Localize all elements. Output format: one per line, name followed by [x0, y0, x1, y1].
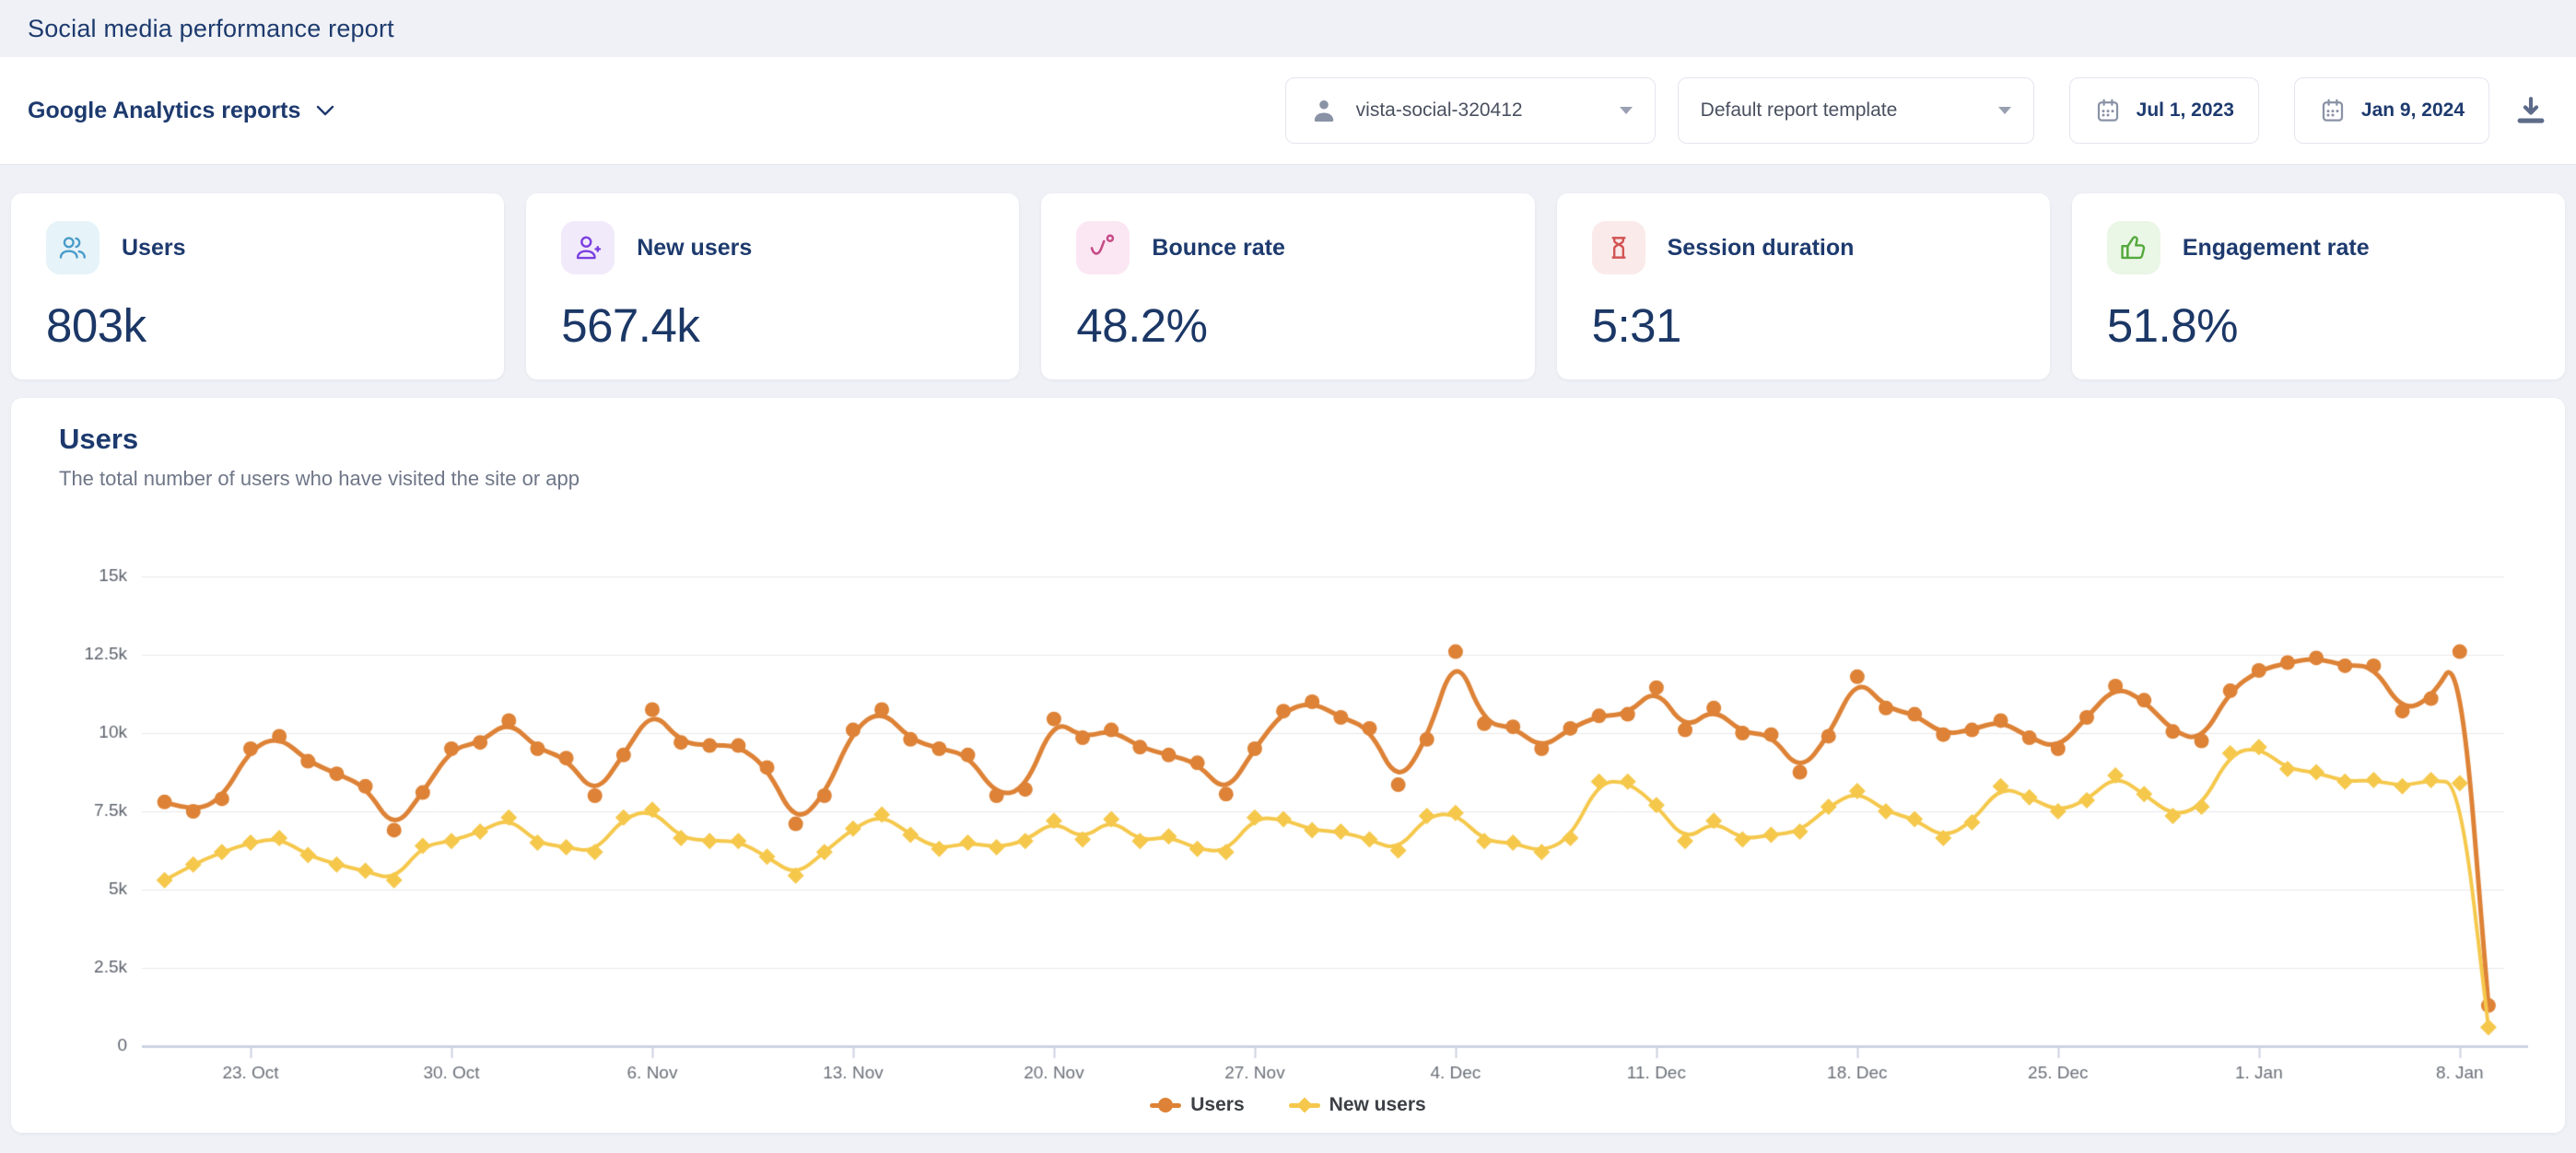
caret-down-icon [1620, 107, 1633, 114]
template-select[interactable]: Default report template [1678, 77, 2034, 144]
kpi-label: Users [122, 235, 186, 262]
new-users-series-marker [1289, 1103, 1320, 1108]
users-series-marker [1150, 1103, 1181, 1108]
download-icon [2513, 93, 2548, 128]
report-type-dropdown[interactable]: Google Analytics reports [28, 98, 335, 124]
chart-title: Users [11, 422, 2565, 457]
kpi-label: Bounce rate [1152, 235, 1284, 262]
kpi-label: Session duration [1668, 235, 1855, 262]
kpi-value: 48.2% [1076, 298, 1499, 353]
calendar-icon [2319, 97, 2347, 124]
chart-legend: Users New users [11, 1094, 2565, 1116]
kpi-value: 5:31 [1592, 298, 2015, 353]
calendar-icon [2094, 97, 2122, 124]
toolbar: Google Analytics reports vista-social-32… [0, 57, 2576, 164]
kpi-card-engagement-rate: Engagement rate 51.8% [2072, 193, 2565, 379]
date-to-value: Jan 9, 2024 [2361, 99, 2465, 122]
chart-subtitle: The total number of users who have visit… [11, 466, 2565, 492]
users-icon [46, 221, 100, 274]
kpi-label: Engagement rate [2183, 235, 2370, 262]
users-chart-panel: Users The total number of users who have… [11, 398, 2565, 1133]
date-from-value: Jul 1, 2023 [2137, 99, 2234, 122]
kpi-card-bounce-rate: Bounce rate 48.2% [1041, 193, 1534, 379]
kpi-value: 51.8% [2107, 298, 2530, 353]
page-title: Social media performance report [28, 15, 394, 43]
chevron-down-icon [315, 104, 335, 117]
kpi-card-users: Users 803k [11, 193, 504, 379]
kpi-cards-row: Users 803k New users 567.4k [11, 193, 2565, 379]
legend-item-new-users[interactable]: New users [1289, 1094, 1426, 1116]
account-select[interactable]: vista-social-320412 [1285, 77, 1656, 144]
download-button[interactable] [2513, 93, 2548, 128]
account-select-value: vista-social-320412 [1356, 99, 1523, 122]
caret-down-icon [1998, 107, 2011, 114]
user-plus-icon [561, 221, 615, 274]
date-from-input[interactable]: Jul 1, 2023 [2069, 77, 2259, 144]
kpi-card-new-users: New users 567.4k [526, 193, 1019, 379]
kpi-card-session-duration: Session duration 5:31 [1557, 193, 2050, 379]
hourglass-icon [1592, 221, 1645, 274]
users-line-chart[interactable] [11, 545, 2565, 1089]
kpi-value: 567.4k [561, 298, 984, 353]
thumbs-up-icon [2107, 221, 2160, 274]
legend-item-users[interactable]: Users [1150, 1094, 1244, 1116]
kpi-value: 803k [46, 298, 469, 353]
bounce-icon [1076, 221, 1130, 274]
report-type-label: Google Analytics reports [28, 98, 300, 124]
date-to-input[interactable]: Jan 9, 2024 [2294, 77, 2489, 144]
person-icon [1308, 95, 1340, 126]
kpi-label: New users [637, 235, 752, 262]
app-header: Social media performance report [0, 0, 2576, 57]
template-select-value: Default report template [1701, 99, 1898, 122]
